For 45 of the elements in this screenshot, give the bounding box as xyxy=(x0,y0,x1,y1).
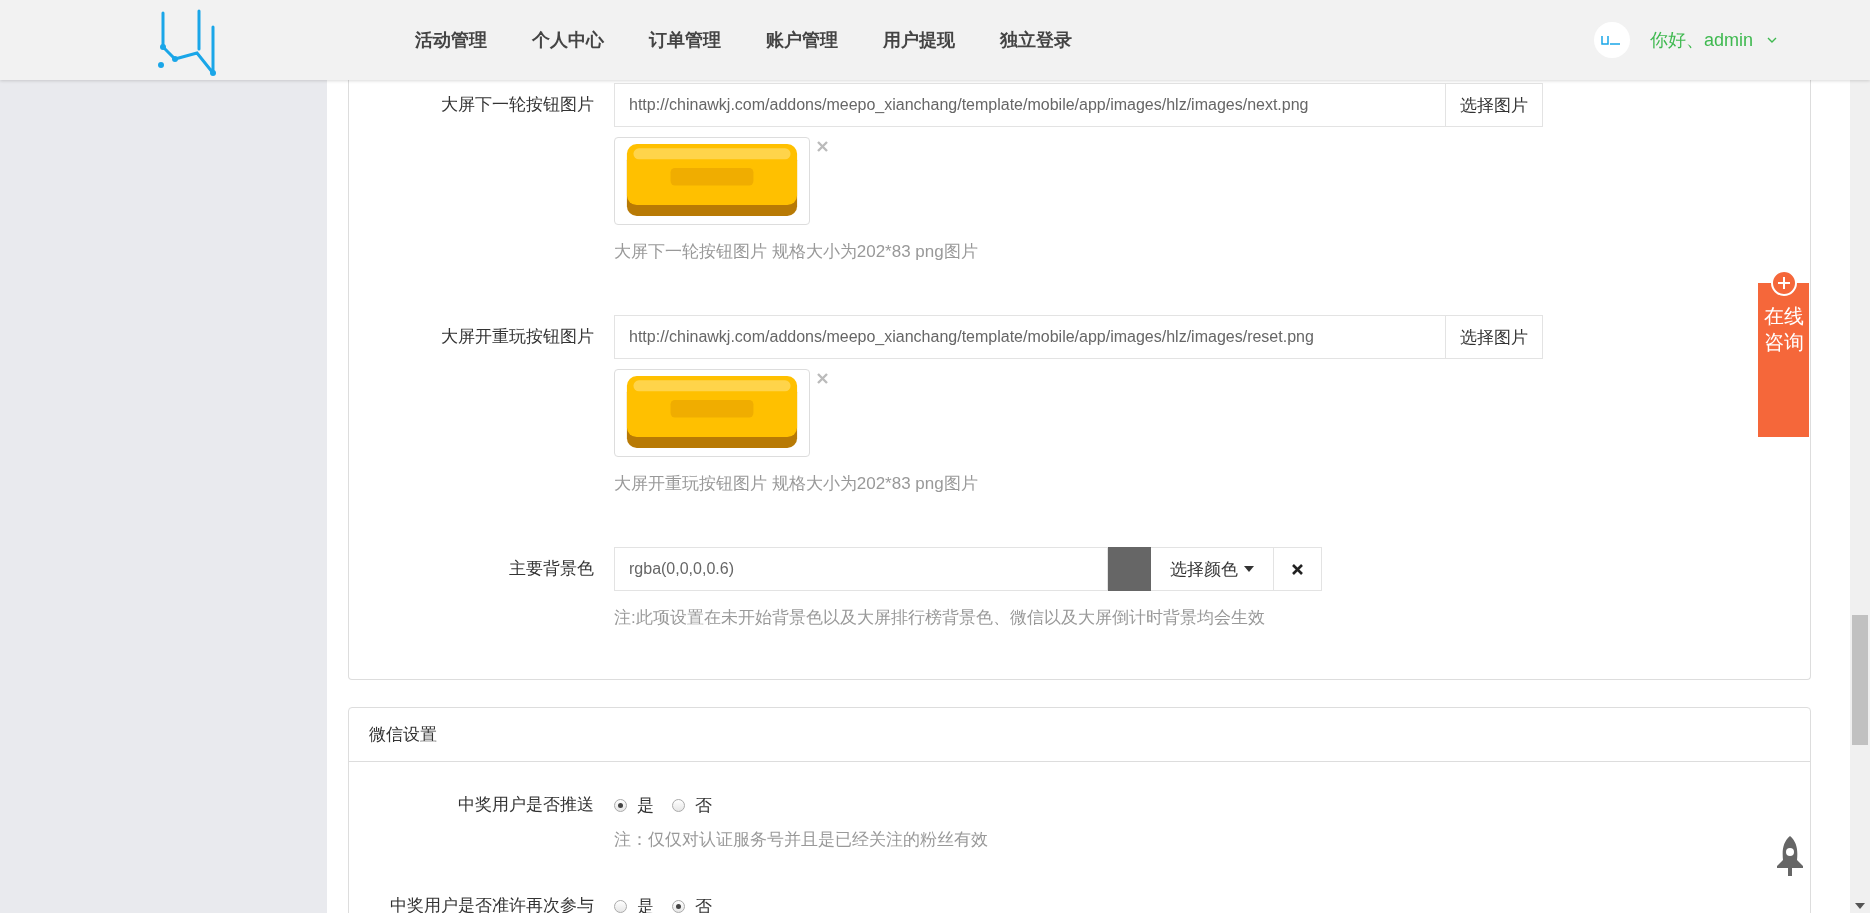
remove-icon[interactable] xyxy=(817,141,828,152)
nav-link[interactable]: 订单管理 xyxy=(649,28,721,52)
help-text: 注：仅仅对认证服务号并且是已经关注的粉丝有效 xyxy=(614,829,988,851)
choose-image-button[interactable]: 选择图片 xyxy=(1446,315,1543,359)
clear-button[interactable] xyxy=(1274,547,1322,591)
scroll-down-icon[interactable] xyxy=(1855,903,1865,909)
radio-button[interactable] xyxy=(614,798,627,812)
radio-option[interactable]: 是 xyxy=(614,793,654,817)
help-text: 注:此项设置在未开始背景色以及大屏排行榜背景色、微信以及大屏倒计时背景均会生效 xyxy=(614,607,1266,629)
avatar-icon[interactable] xyxy=(1593,22,1630,58)
radio-option[interactable]: 否 xyxy=(672,793,712,817)
scrollbar-thumb[interactable] xyxy=(1852,615,1868,745)
field-label: 大屏开重玩按钮图片 xyxy=(440,326,595,348)
nav-link[interactable]: 个人中心 xyxy=(532,28,604,52)
option-label: 是 xyxy=(637,794,654,817)
plus-icon[interactable] xyxy=(1770,270,1797,296)
close-icon xyxy=(1292,563,1303,575)
rocket-icon[interactable] xyxy=(1777,836,1803,876)
remove-icon[interactable] xyxy=(817,373,828,384)
url-field[interactable]: http://chinawkj.com/addons/meepo_xianchang/template/mobile/app/images/hlz/images/next.png xyxy=(614,83,1446,127)
nav-link[interactable]: 独立登录 xyxy=(1000,28,1072,52)
field-label: 主要背景色 xyxy=(508,558,595,580)
option-label: 否 xyxy=(695,794,712,817)
scrollbar[interactable] xyxy=(1850,80,1870,913)
radio-button[interactable] xyxy=(672,798,685,812)
color-field[interactable]: rgba(0,0,0,0.6) xyxy=(614,547,1108,591)
help-text: 大屏下一轮按钮图片 规格大小为202*83 png图片 xyxy=(614,241,979,263)
nav-link[interactable]: 用户提现 xyxy=(883,28,955,52)
chevron-down-icon[interactable] xyxy=(1767,37,1777,43)
logo-icon[interactable] xyxy=(155,9,219,77)
field-label: 大屏下一轮按钮图片 xyxy=(440,94,595,116)
nav-link[interactable]: 活动管理 xyxy=(415,28,487,52)
caret-icon xyxy=(1244,566,1254,572)
choose-image-button[interactable]: 选择图片 xyxy=(1446,83,1543,127)
radio-button[interactable] xyxy=(672,899,685,913)
option-label: 否 xyxy=(695,895,712,913)
choose-color-button[interactable]: 选择颜色 xyxy=(1151,547,1274,591)
nav-link[interactable]: 账户管理 xyxy=(766,28,838,52)
field-label: 中奖用户是否推送 xyxy=(457,794,595,816)
radio-option[interactable]: 否 xyxy=(672,894,712,913)
field-label: 中奖用户是否准许再次参与 xyxy=(389,895,595,913)
help-text: 大屏开重玩按钮图片 规格大小为202*83 png图片 xyxy=(614,473,979,495)
section-title: 微信设置 xyxy=(369,724,437,746)
url-field[interactable]: http://chinawkj.com/addons/meepo_xianchang/template/mobile/app/images/hlz/images/reset.png xyxy=(614,315,1446,359)
radio-button[interactable] xyxy=(614,899,627,913)
